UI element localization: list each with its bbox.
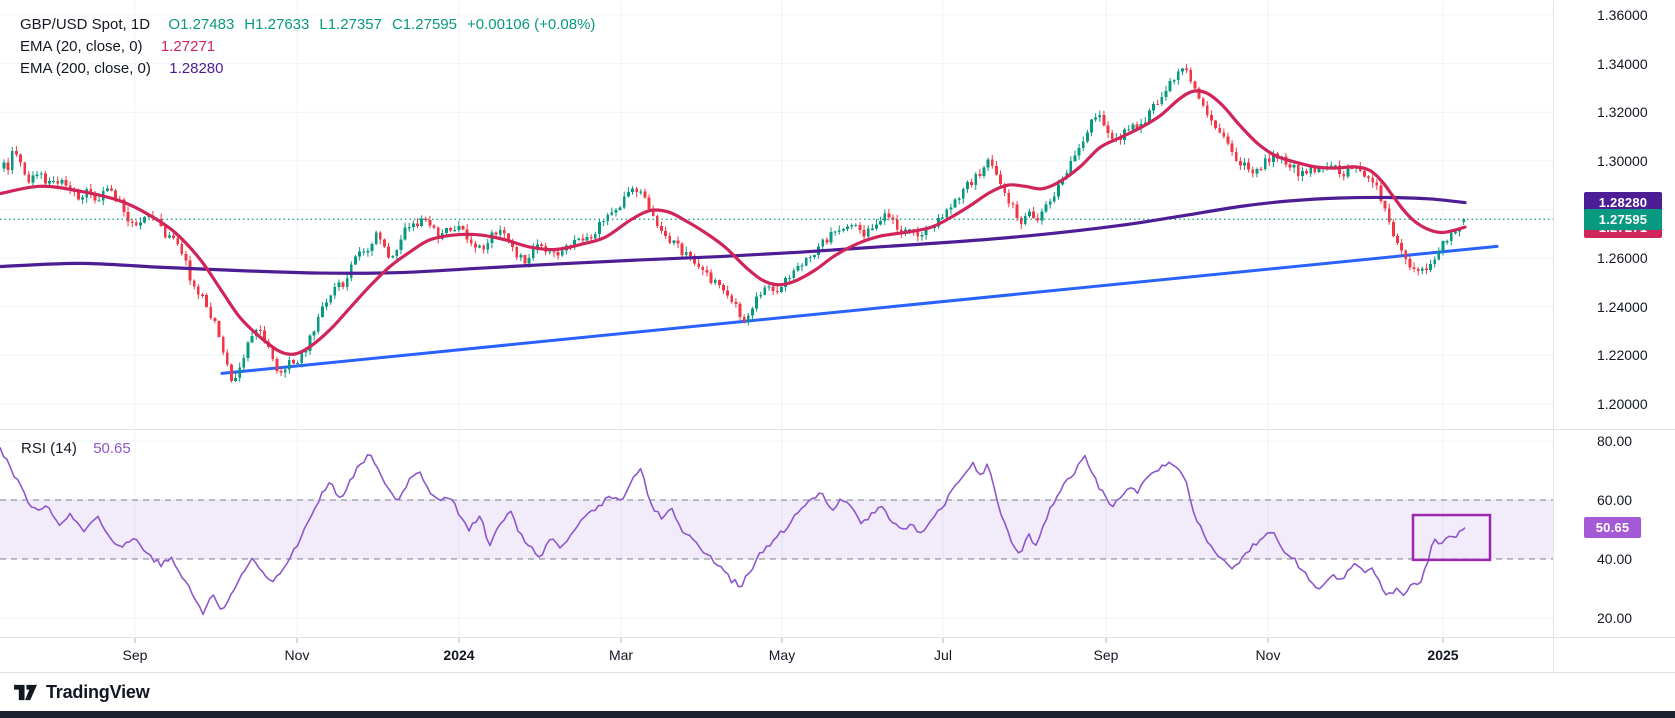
ascending-trendline[interactable] <box>222 246 1497 373</box>
ema200-label: EMA (200, close, 0) <box>20 60 151 77</box>
ohlc-h: H1.27633 <box>244 16 309 33</box>
change-value: +0.00106 (+0.08%) <box>467 16 595 33</box>
ema20-label: EMA (20, close, 0) <box>20 38 143 55</box>
time-axis-label: May <box>747 647 817 663</box>
chart-canvas[interactable] <box>0 0 1675 718</box>
price-axis-label: 1.24000 <box>1597 298 1648 316</box>
time-axis-label: Mar <box>586 647 656 663</box>
price-axis-label: 1.26000 <box>1597 249 1648 267</box>
ema200-value: 1.28280 <box>169 60 223 77</box>
price-axis-label: 1.30000 <box>1597 152 1648 170</box>
rsi-label: RSI (14) <box>21 440 77 457</box>
time-axis-label: 2025 <box>1408 647 1478 663</box>
rsi-axis-label: 40.00 <box>1597 550 1632 568</box>
price-scale[interactable] <box>1553 0 1675 672</box>
rsi-value: 50.65 <box>93 440 131 457</box>
tradingview-logo-icon[interactable] <box>13 682 38 703</box>
candlestick-series[interactable] <box>3 64 1465 383</box>
price-axis-label: 1.36000 <box>1597 6 1648 24</box>
tradingview-logo-text[interactable]: TradingView <box>46 682 150 703</box>
footer-branding: TradingView <box>13 682 150 703</box>
symbol-title: GBP/USD Spot, 1D <box>20 16 150 33</box>
time-axis-label: Nov <box>1233 647 1303 663</box>
main-pane-legend: GBP/USD Spot, 1D O1.27483 H1.27633 L1.2735… <box>20 14 595 80</box>
rsi-legend-row[interactable]: RSI (14) 50.65 <box>21 439 131 459</box>
ema20-legend-row[interactable]: EMA (20, close, 0) 1.27271 <box>20 36 595 58</box>
rsi-axis-label: 60.00 <box>1597 491 1632 509</box>
ema200-line[interactable] <box>0 197 1465 273</box>
time-axis-label: Sep <box>100 647 170 663</box>
time-axis-label: Sep <box>1071 647 1141 663</box>
time-axis-label: Nov <box>262 647 332 663</box>
symbol-legend-row[interactable]: GBP/USD Spot, 1D O1.27483 H1.27633 L1.2735… <box>20 14 595 36</box>
time-axis-label: Jul <box>908 647 978 663</box>
window-bottom-edge <box>0 711 1675 718</box>
ema20-line[interactable] <box>0 91 1465 355</box>
rsi-value-badge: 50.65 <box>1584 517 1641 538</box>
last-price-badge: 1.27595 <box>1584 209 1662 230</box>
ohlc-values: O1.27483 H1.27633 L1.27357 C1.27595 +0.00106… <box>168 16 595 33</box>
price-axis-label: 1.22000 <box>1597 346 1648 364</box>
time-axis-label: 2024 <box>424 647 494 663</box>
ema20-value: 1.27271 <box>161 38 215 55</box>
ohlc-c: C1.27595 <box>392 16 457 33</box>
ohlc-l: L1.27357 <box>319 16 382 33</box>
price-axis-label: 1.34000 <box>1597 55 1648 73</box>
rsi-axis-label: 80.00 <box>1597 432 1632 450</box>
price-axis-label: 1.20000 <box>1597 395 1648 413</box>
ema200-legend-row[interactable]: EMA (200, close, 0) 1.28280 <box>20 58 595 80</box>
chart-root: GBP/USD Spot, 1D O1.27483 H1.27633 L1.2735… <box>0 0 1675 718</box>
ohlc-o: O1.27483 <box>168 16 234 33</box>
rsi-band <box>0 500 1553 559</box>
price-axis-label: 1.32000 <box>1597 103 1648 121</box>
rsi-axis-label: 20.00 <box>1597 609 1632 627</box>
